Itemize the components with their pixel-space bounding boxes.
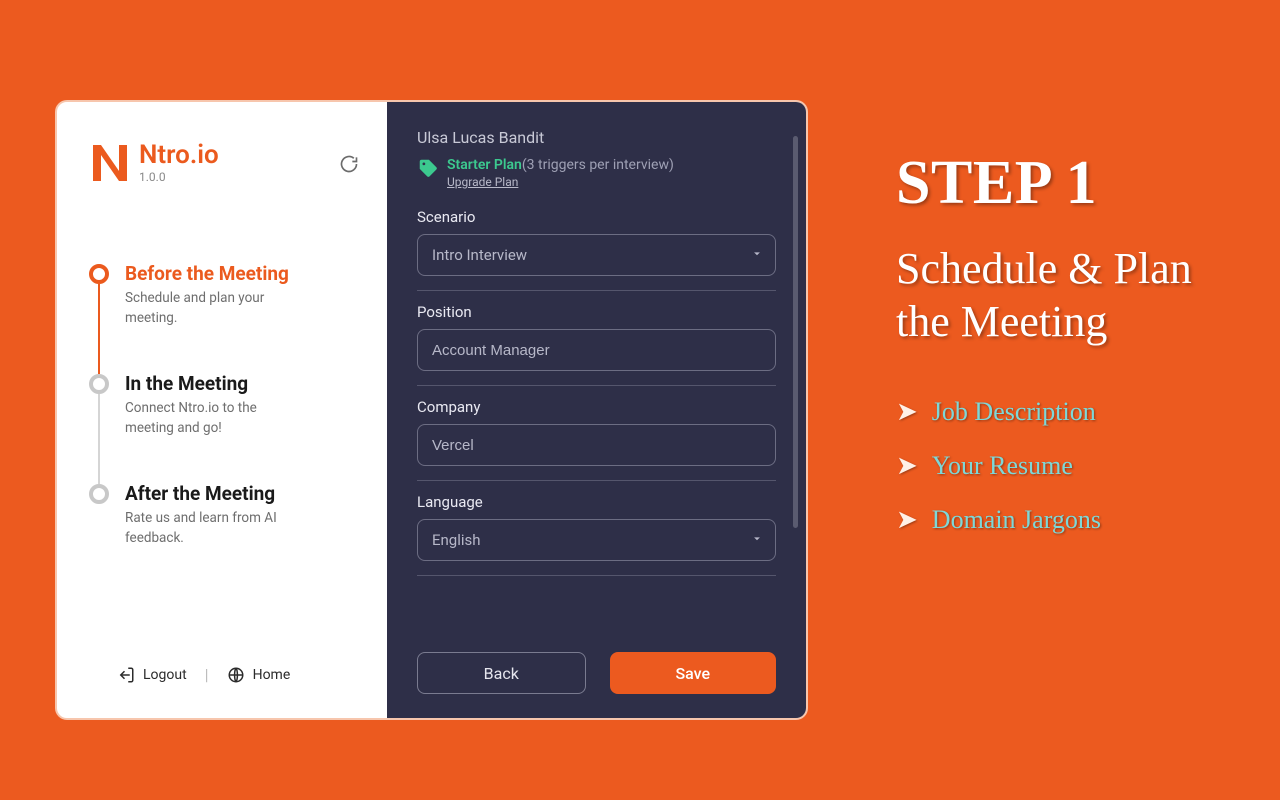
position-label: Position [417,303,776,321]
globe-icon [227,666,245,684]
step-title: In the Meeting [125,372,305,395]
promo-list: ➤ Job Description ➤ Your Resume ➤ Domain… [896,397,1236,535]
arrow-icon: ➤ [896,505,918,535]
company-input[interactable] [417,424,776,466]
plan-name: Starter Plan [447,157,522,173]
separator: | [205,665,209,684]
sidebar: Ntro.io 1.0.0 Before the Meeting Schedul… [57,102,387,718]
save-label: Save [675,664,710,683]
logout-button[interactable]: Logout [117,666,187,684]
brand-name: Ntro.io [139,142,219,168]
step-desc: Connect Ntro.io to the meeting and go! [125,399,305,438]
brand-version: 1.0.0 [139,170,219,184]
promo-item: ➤ Job Description [896,397,1236,427]
step-in-meeting[interactable]: In the Meeting Connect Ntro.io to the me… [89,372,363,482]
promo-item: ➤ Your Resume [896,451,1236,481]
tag-icon [417,157,439,183]
company-label: Company [417,398,776,416]
step-before-meeting[interactable]: Before the Meeting Schedule and plan you… [89,262,363,372]
form-panel: Ulsa Lucas Bandit Starter Plan(3 trigger… [387,102,806,718]
scrollbar[interactable] [793,136,798,528]
arrow-icon: ➤ [896,451,918,481]
step-after-meeting[interactable]: After the Meeting Rate us and learn from… [89,482,363,548]
step-desc: Rate us and learn from AI feedback. [125,509,305,548]
promo-step-heading: STEP 1 [896,148,1236,219]
scenario-value: Intro Interview [432,246,527,264]
back-label: Back [484,664,519,683]
step-bullet-icon [89,264,109,284]
step-bullet-icon [89,484,109,504]
logo-icon [89,143,129,183]
language-value: English [432,531,481,549]
upgrade-plan-link[interactable]: Upgrade Plan [447,175,518,189]
promo-bullet: Job Description [932,397,1096,427]
plan-row: Starter Plan(3 triggers per interview) U… [417,157,776,190]
button-row: Back Save [417,628,776,694]
promo-subtitle: Schedule & Plan the Meeting [896,243,1236,349]
plan-note: (3 triggers per interview) [522,157,674,173]
language-select[interactable]: English [417,519,776,561]
promo-bullet: Domain Jargons [932,505,1101,535]
steps-list: Before the Meeting Schedule and plan you… [89,262,363,548]
language-label: Language [417,493,776,511]
step-title: Before the Meeting [125,262,305,285]
arrow-icon: ➤ [896,397,918,427]
promo-item: ➤ Domain Jargons [896,505,1236,535]
home-label: Home [253,667,291,683]
scenario-select[interactable]: Intro Interview [417,234,776,276]
refresh-icon[interactable] [339,154,363,178]
promo-bullet: Your Resume [932,451,1073,481]
step-bullet-icon [89,374,109,394]
logout-label: Logout [143,667,187,683]
app-card: Ntro.io 1.0.0 Before the Meeting Schedul… [55,100,808,720]
position-input[interactable] [417,329,776,371]
promo: STEP 1 Schedule & Plan the Meeting ➤ Job… [896,148,1236,559]
sidebar-footer: Logout | Home [89,665,363,694]
save-button[interactable]: Save [610,652,777,694]
step-title: After the Meeting [125,482,305,505]
logout-icon [117,666,135,684]
branding: Ntro.io 1.0.0 [89,142,363,184]
scenario-label: Scenario [417,208,776,226]
home-button[interactable]: Home [227,666,291,684]
user-name: Ulsa Lucas Bandit [417,128,776,147]
back-button[interactable]: Back [417,652,586,694]
step-desc: Schedule and plan your meeting. [125,289,305,328]
